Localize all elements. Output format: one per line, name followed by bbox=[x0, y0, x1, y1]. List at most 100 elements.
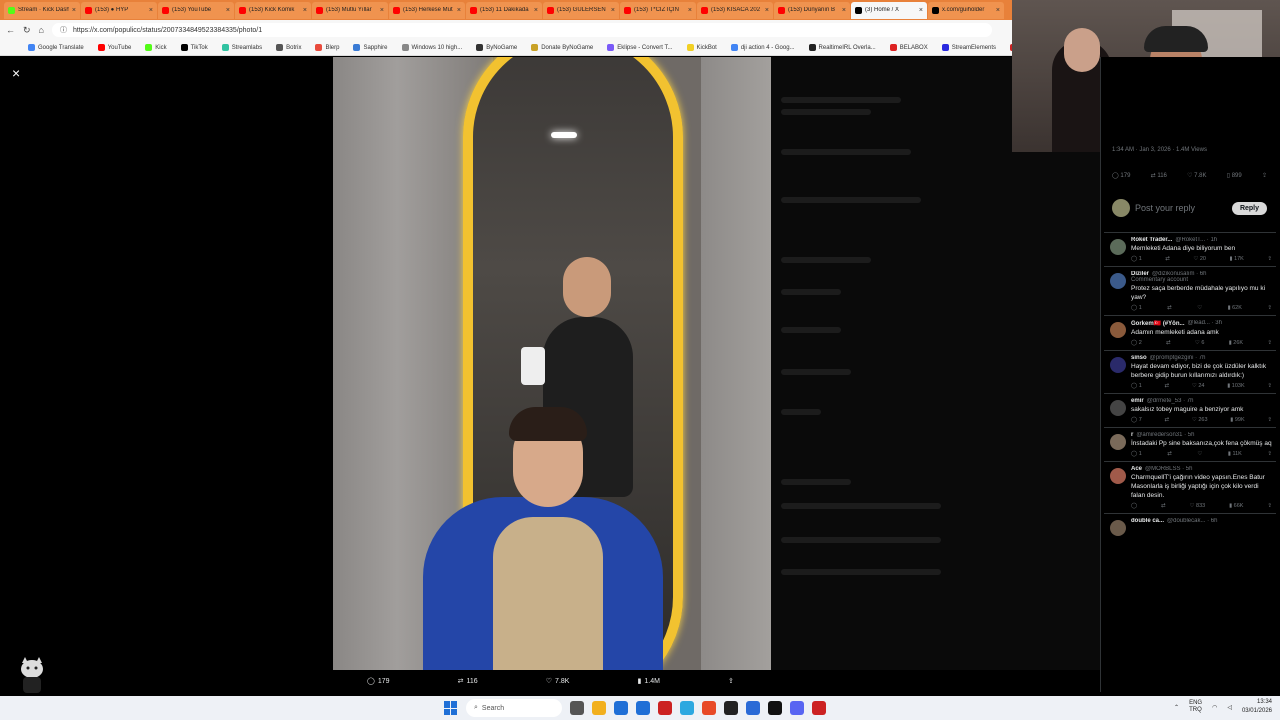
share-icon[interactable]: ⇪ bbox=[1267, 417, 1272, 423]
tweet-action-reply[interactable]: ◯ 179 bbox=[1112, 172, 1130, 179]
taskbar-app-icon[interactable] bbox=[702, 701, 716, 715]
comment-item[interactable]: Gorkem🇹🇷 (#Yön... @lead... · 3h Adamın mem… bbox=[1104, 315, 1276, 350]
bookmark-item[interactable]: Streamlabs bbox=[221, 44, 262, 51]
retweet-icon[interactable]: ⇄ bbox=[1166, 340, 1171, 346]
bookmark-item[interactable]: YouTube bbox=[97, 44, 131, 51]
site-info-icon[interactable]: ⓘ bbox=[60, 25, 67, 35]
avatar[interactable] bbox=[1110, 400, 1126, 416]
avatar[interactable] bbox=[1110, 520, 1126, 536]
bookmark-item[interactable]: ByNoGame bbox=[476, 44, 517, 51]
comment-reply[interactable]: ◯ 1 bbox=[1131, 383, 1142, 389]
share-icon[interactable]: ⇪ bbox=[1267, 503, 1272, 509]
comment-like[interactable]: ♡ 833 bbox=[1190, 503, 1206, 509]
clock[interactable]: 13:34 03/01/2026 bbox=[1242, 698, 1272, 716]
back-icon[interactable]: ← bbox=[6, 25, 15, 35]
taskbar-search[interactable]: ⌕ Search bbox=[466, 699, 562, 717]
bookmark-item[interactable]: dji action 4 - Goog... bbox=[730, 44, 795, 51]
comment-author[interactable]: Roket Trader... bbox=[1131, 237, 1172, 243]
share-icon[interactable]: ⇪ bbox=[1267, 305, 1272, 311]
comment-handle[interactable]: @MORBLSS · 5h bbox=[1145, 466, 1192, 472]
browser-tab[interactable]: (153) GÜLERSEN × bbox=[543, 1, 619, 19]
taskbar-app-icon[interactable] bbox=[636, 701, 650, 715]
comment-item[interactable]: r @amirederson31 · 5h İnstadaki Pp sine ba… bbox=[1104, 427, 1276, 461]
comment-views[interactable]: ▮ 11K bbox=[1228, 451, 1242, 457]
comment-author[interactable]: Ace bbox=[1131, 466, 1142, 472]
tab-close-icon[interactable]: × bbox=[149, 7, 153, 14]
volume-icon[interactable]: ◁ bbox=[1227, 704, 1232, 711]
comment-reply[interactable]: ◯ bbox=[1131, 503, 1137, 509]
reload-icon[interactable]: ↻ bbox=[23, 25, 31, 36]
taskbar-app-icon[interactable] bbox=[768, 701, 782, 715]
bookmark-item[interactable]: Blerp bbox=[315, 44, 339, 51]
wifi-icon[interactable]: ◠ bbox=[1212, 704, 1217, 711]
language-indicator[interactable]: ENG TRQ bbox=[1189, 700, 1202, 714]
comment-author[interactable]: r bbox=[1131, 432, 1133, 438]
close-viewer-button[interactable]: × bbox=[12, 65, 20, 81]
retweet-icon[interactable]: ⇄ bbox=[1167, 451, 1172, 457]
avatar[interactable] bbox=[1110, 357, 1126, 373]
tab-close-icon[interactable]: × bbox=[380, 7, 384, 14]
reply-input[interactable]: Post your reply bbox=[1135, 203, 1227, 213]
comment-reply[interactable]: ◯ 7 bbox=[1131, 417, 1142, 423]
tab-close-icon[interactable]: × bbox=[534, 7, 538, 14]
browser-tab[interactable]: (153) T*CİZ İÇİN × bbox=[620, 1, 696, 19]
bookmark-item[interactable]: Donate ByNoGame bbox=[531, 44, 593, 51]
retweet-icon[interactable]: ⇄ bbox=[1161, 503, 1166, 509]
tweet-action-retweet[interactable]: ⇄ 116 bbox=[1151, 172, 1167, 179]
comment-reply[interactable]: ◯ 1 bbox=[1131, 256, 1142, 262]
comment-handle[interactable]: @doublecak... · 6h bbox=[1167, 518, 1217, 524]
url-field[interactable]: ⓘ https://x.com/populicc/status/20073348… bbox=[51, 23, 992, 37]
comment-reply[interactable]: ◯ 1 bbox=[1131, 451, 1142, 457]
comment-item[interactable]: sinso @promptgezgini · 7h Hayat devam ediy… bbox=[1104, 350, 1276, 393]
comment-item[interactable]: Ace @MORBLSS · 5h CharmquellT'i çağırın vi… bbox=[1104, 461, 1276, 513]
taskbar-app-icon[interactable] bbox=[812, 701, 826, 715]
bookmark-item[interactable]: Botrix bbox=[276, 44, 301, 51]
start-button[interactable] bbox=[444, 701, 458, 715]
share-icon[interactable]: ⇪ bbox=[1267, 256, 1272, 262]
browser-tab[interactable]: (153) Dünyanın B × bbox=[774, 1, 850, 19]
photo-stat-like[interactable]: ♡ 7.8K bbox=[546, 677, 570, 686]
taskbar-app-icon[interactable] bbox=[746, 701, 760, 715]
avatar[interactable] bbox=[1110, 273, 1126, 289]
tab-close-icon[interactable]: × bbox=[688, 7, 692, 14]
comment-handle[interactable]: @promptgezgini · 7h bbox=[1150, 355, 1206, 361]
comment-reply[interactable]: ◯ 2 bbox=[1131, 340, 1142, 346]
comment-item[interactable]: Diziler @dizikonusalım · 6h Commentary acc… bbox=[1104, 266, 1276, 315]
tab-close-icon[interactable]: × bbox=[457, 7, 461, 14]
tab-close-icon[interactable]: × bbox=[303, 7, 307, 14]
comment-like[interactable]: ♡ bbox=[1197, 305, 1202, 311]
tweet-action-bookmark[interactable]: ▯ 899 bbox=[1227, 172, 1242, 179]
bookmark-item[interactable]: RealtimeIRL Overla... bbox=[808, 44, 876, 51]
comment-handle[interactable]: @drmete_53 · 7h bbox=[1147, 398, 1194, 404]
tab-close-icon[interactable]: × bbox=[226, 7, 230, 14]
comment-like[interactable]: ♡ 263 bbox=[1192, 417, 1208, 423]
avatar[interactable] bbox=[1110, 434, 1126, 450]
retweet-icon[interactable]: ⇄ bbox=[1167, 305, 1172, 311]
browser-tab[interactable]: (153) Mutlu Yıllar × bbox=[312, 1, 388, 19]
comment-author[interactable]: double ca... bbox=[1131, 518, 1164, 524]
photo-stat-retweet[interactable]: ⇄ 116 bbox=[458, 677, 478, 686]
browser-tab[interactable]: (153) KISACA 202 × bbox=[697, 1, 773, 19]
retweet-icon[interactable]: ⇄ bbox=[1165, 417, 1170, 423]
comment-reply[interactable]: ◯ 1 bbox=[1131, 305, 1142, 311]
taskbar-app-icon[interactable] bbox=[614, 701, 628, 715]
browser-tab[interactable]: x.com/guiholder × bbox=[928, 1, 1004, 19]
comment-item[interactable]: emir @drmete_53 · 7h sakalsız tobey maguir… bbox=[1104, 393, 1276, 427]
comment-like[interactable]: ♡ 20 bbox=[1193, 256, 1206, 262]
photo-stat-share[interactable]: ⇪ bbox=[728, 677, 737, 685]
comment-item[interactable]: Roket Trader... @RoketT... · 1h Memleketi … bbox=[1104, 232, 1276, 266]
comment-like[interactable]: ♡ 6 bbox=[1195, 340, 1205, 346]
bookmark-item[interactable]: Eklipse - Convert T... bbox=[607, 44, 673, 51]
comment-author[interactable]: emir bbox=[1131, 398, 1144, 404]
comment-author[interactable]: sinso bbox=[1131, 355, 1147, 361]
comment-like[interactable]: ♡ 24 bbox=[1192, 383, 1205, 389]
avatar[interactable] bbox=[1110, 239, 1126, 255]
browser-tab[interactable]: Stream · Kick Dash × bbox=[4, 1, 80, 19]
taskbar-app-icon[interactable] bbox=[592, 701, 606, 715]
bookmark-item[interactable]: StreamElements bbox=[941, 44, 996, 51]
comment-views[interactable]: ▮ 62K bbox=[1228, 305, 1242, 311]
bookmark-item[interactable]: TikTok bbox=[180, 44, 208, 51]
reply-button[interactable]: Reply bbox=[1231, 201, 1267, 215]
comment-handle[interactable]: @amirederson31 · 5h bbox=[1136, 432, 1194, 438]
tab-close-icon[interactable]: × bbox=[842, 7, 846, 14]
